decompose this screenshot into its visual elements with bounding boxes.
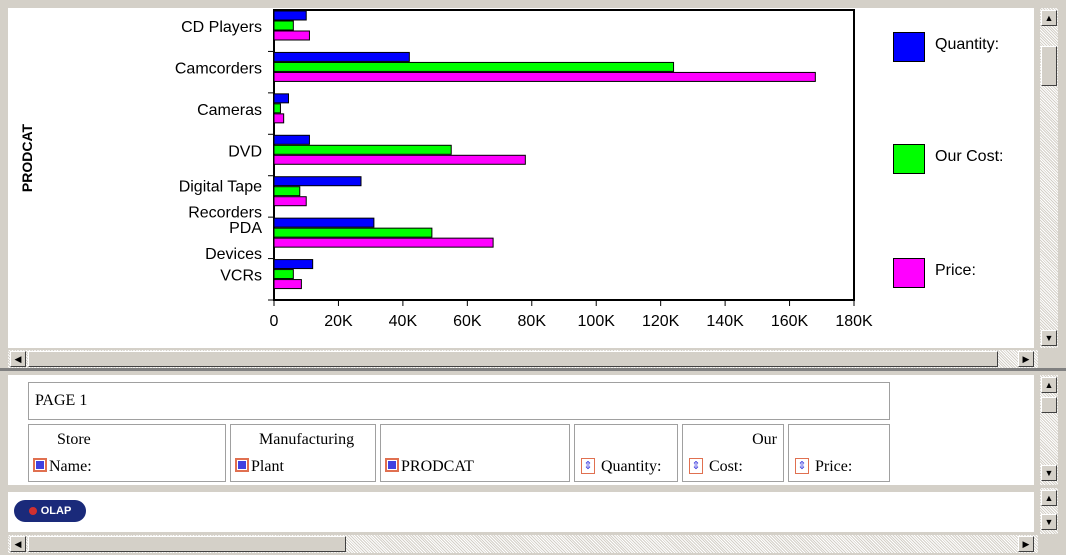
- x-tick-label: 40K: [389, 313, 418, 330]
- legend-swatch: [893, 144, 925, 174]
- x-tick-label: 20K: [324, 313, 353, 330]
- y-tick-label: VCRs: [220, 268, 262, 285]
- toolbar-pane: OLAP: [8, 492, 1034, 532]
- pivot-header-line1: Our: [752, 431, 777, 448]
- y-tick-label: Camcorders: [175, 60, 262, 77]
- sort-icon[interactable]: ⇕: [795, 458, 809, 474]
- bar: [273, 61, 675, 72]
- legend-label: Quantity:: [935, 36, 1000, 53]
- bar: [273, 113, 285, 124]
- pivot-table-pane: PAGE 1 Store Name: Manufacturing Plant PRODC…: [8, 375, 1034, 485]
- y-tick-label: Cameras: [197, 102, 262, 119]
- scroll-up-button[interactable]: ▲: [1041, 10, 1057, 26]
- legend-label: Price:: [935, 262, 976, 279]
- bar-chart: CD Players Camcorders Cameras DVD Digital Ta…: [19, 9, 873, 330]
- scroll-right-button[interactable]: ▶: [1018, 536, 1034, 552]
- olap-icon: [28, 507, 37, 516]
- pivot-column-header[interactable]: ⇕ Quantity:: [574, 424, 678, 482]
- x-tick-label: 160K: [771, 313, 809, 330]
- y-tick-label: DVD: [228, 143, 262, 160]
- scroll-thumb[interactable]: [28, 536, 346, 552]
- pivot-column-header[interactable]: ⇕ Price:: [788, 424, 890, 482]
- x-tick-label: 60K: [453, 313, 482, 330]
- pivot-vertical-scrollbar[interactable]: ▲ ▼: [1040, 375, 1058, 485]
- page-header-cell: PAGE 1: [28, 382, 890, 420]
- y-tick-label: Devices: [205, 246, 262, 263]
- scroll-left-button[interactable]: ◀: [10, 536, 26, 552]
- bar: [273, 93, 289, 104]
- sort-icon[interactable]: ⇕: [581, 458, 595, 474]
- pivot-header-line1: Manufacturing: [259, 431, 355, 448]
- pivot-header-line2: Cost:: [709, 458, 743, 475]
- bar: [273, 144, 452, 155]
- pivot-column-header[interactable]: PRODCAT: [380, 424, 570, 482]
- chart-horizontal-scrollbar[interactable]: ◀ ▶: [8, 350, 1038, 368]
- x-tick-label: 120K: [642, 313, 680, 330]
- scroll-down-button[interactable]: ▼: [1041, 330, 1057, 346]
- y-tick-label: PDA: [229, 220, 262, 237]
- legend-label: Our Cost:: [935, 148, 1004, 165]
- page-label: PAGE 1: [35, 392, 88, 409]
- sort-icon[interactable]: ⇕: [689, 458, 703, 474]
- pivot-header-line2: Quantity:: [601, 458, 662, 475]
- bar: [273, 134, 310, 145]
- bottom-vertical-scrollbar[interactable]: ▲ ▼: [1040, 488, 1058, 534]
- x-tick-label: 0: [270, 313, 279, 330]
- olap-label: OLAP: [40, 505, 72, 517]
- olap-button[interactable]: OLAP: [14, 500, 86, 522]
- x-tick-label: 140K: [706, 313, 744, 330]
- bar: [273, 227, 433, 238]
- legend-swatch: [893, 32, 925, 62]
- bar: [273, 279, 302, 290]
- chart-vertical-scrollbar[interactable]: ▲ ▼: [1040, 8, 1058, 348]
- scroll-down-button[interactable]: ▼: [1041, 465, 1057, 481]
- y-axis-title: PRODCAT: [19, 123, 35, 192]
- pivot-header-line1: Store: [57, 431, 91, 448]
- scroll-thumb[interactable]: [1041, 46, 1057, 86]
- bar: [273, 237, 494, 248]
- legend-swatch: [893, 258, 925, 288]
- scroll-thumb[interactable]: [1041, 397, 1057, 413]
- bar: [273, 30, 310, 41]
- x-tick-label: 80K: [518, 313, 547, 330]
- bar: [273, 71, 816, 82]
- pivot-column-header[interactable]: Manufacturing Plant: [230, 424, 376, 482]
- bar: [273, 259, 314, 270]
- pivot-header-line2: Plant: [251, 458, 284, 475]
- bar: [273, 51, 410, 62]
- chart-pane: CD Players Camcorders Cameras DVD Digital Ta…: [8, 8, 1034, 348]
- scroll-up-button[interactable]: ▲: [1041, 377, 1057, 393]
- bar: [273, 20, 294, 31]
- scroll-up-button[interactable]: ▲: [1041, 490, 1057, 506]
- bar: [273, 154, 526, 165]
- pivot-header-line2: Name:: [49, 458, 92, 475]
- pivot-column-header[interactable]: Store Name:: [28, 424, 226, 482]
- x-tick-label: 180K: [835, 313, 873, 330]
- scroll-right-button[interactable]: ▶: [1018, 351, 1034, 367]
- dimension-icon[interactable]: [385, 458, 399, 472]
- pane-splitter[interactable]: [0, 368, 1066, 371]
- bar: [273, 217, 375, 228]
- pivot-column-header[interactable]: Our ⇕ Cost:: [682, 424, 784, 482]
- x-tick-label: 100K: [578, 313, 616, 330]
- pivot-header-line2: Price:: [815, 458, 853, 475]
- pivot-header-line2: PRODCAT: [401, 458, 474, 475]
- scroll-left-button[interactable]: ◀: [10, 351, 26, 367]
- bar: [273, 176, 362, 187]
- scroll-thumb[interactable]: [28, 351, 998, 367]
- scroll-down-button[interactable]: ▼: [1041, 514, 1057, 530]
- dimension-icon[interactable]: [235, 458, 249, 472]
- bar: [273, 269, 294, 280]
- y-tick-label: Digital Tape: [179, 179, 262, 196]
- bar: [273, 103, 281, 114]
- y-tick-label: CD Players: [181, 19, 262, 36]
- bar: [273, 196, 307, 207]
- bottom-horizontal-scrollbar[interactable]: ◀ ▶: [8, 535, 1038, 553]
- dimension-icon[interactable]: [33, 458, 47, 472]
- bar: [273, 186, 301, 197]
- bar: [273, 10, 307, 21]
